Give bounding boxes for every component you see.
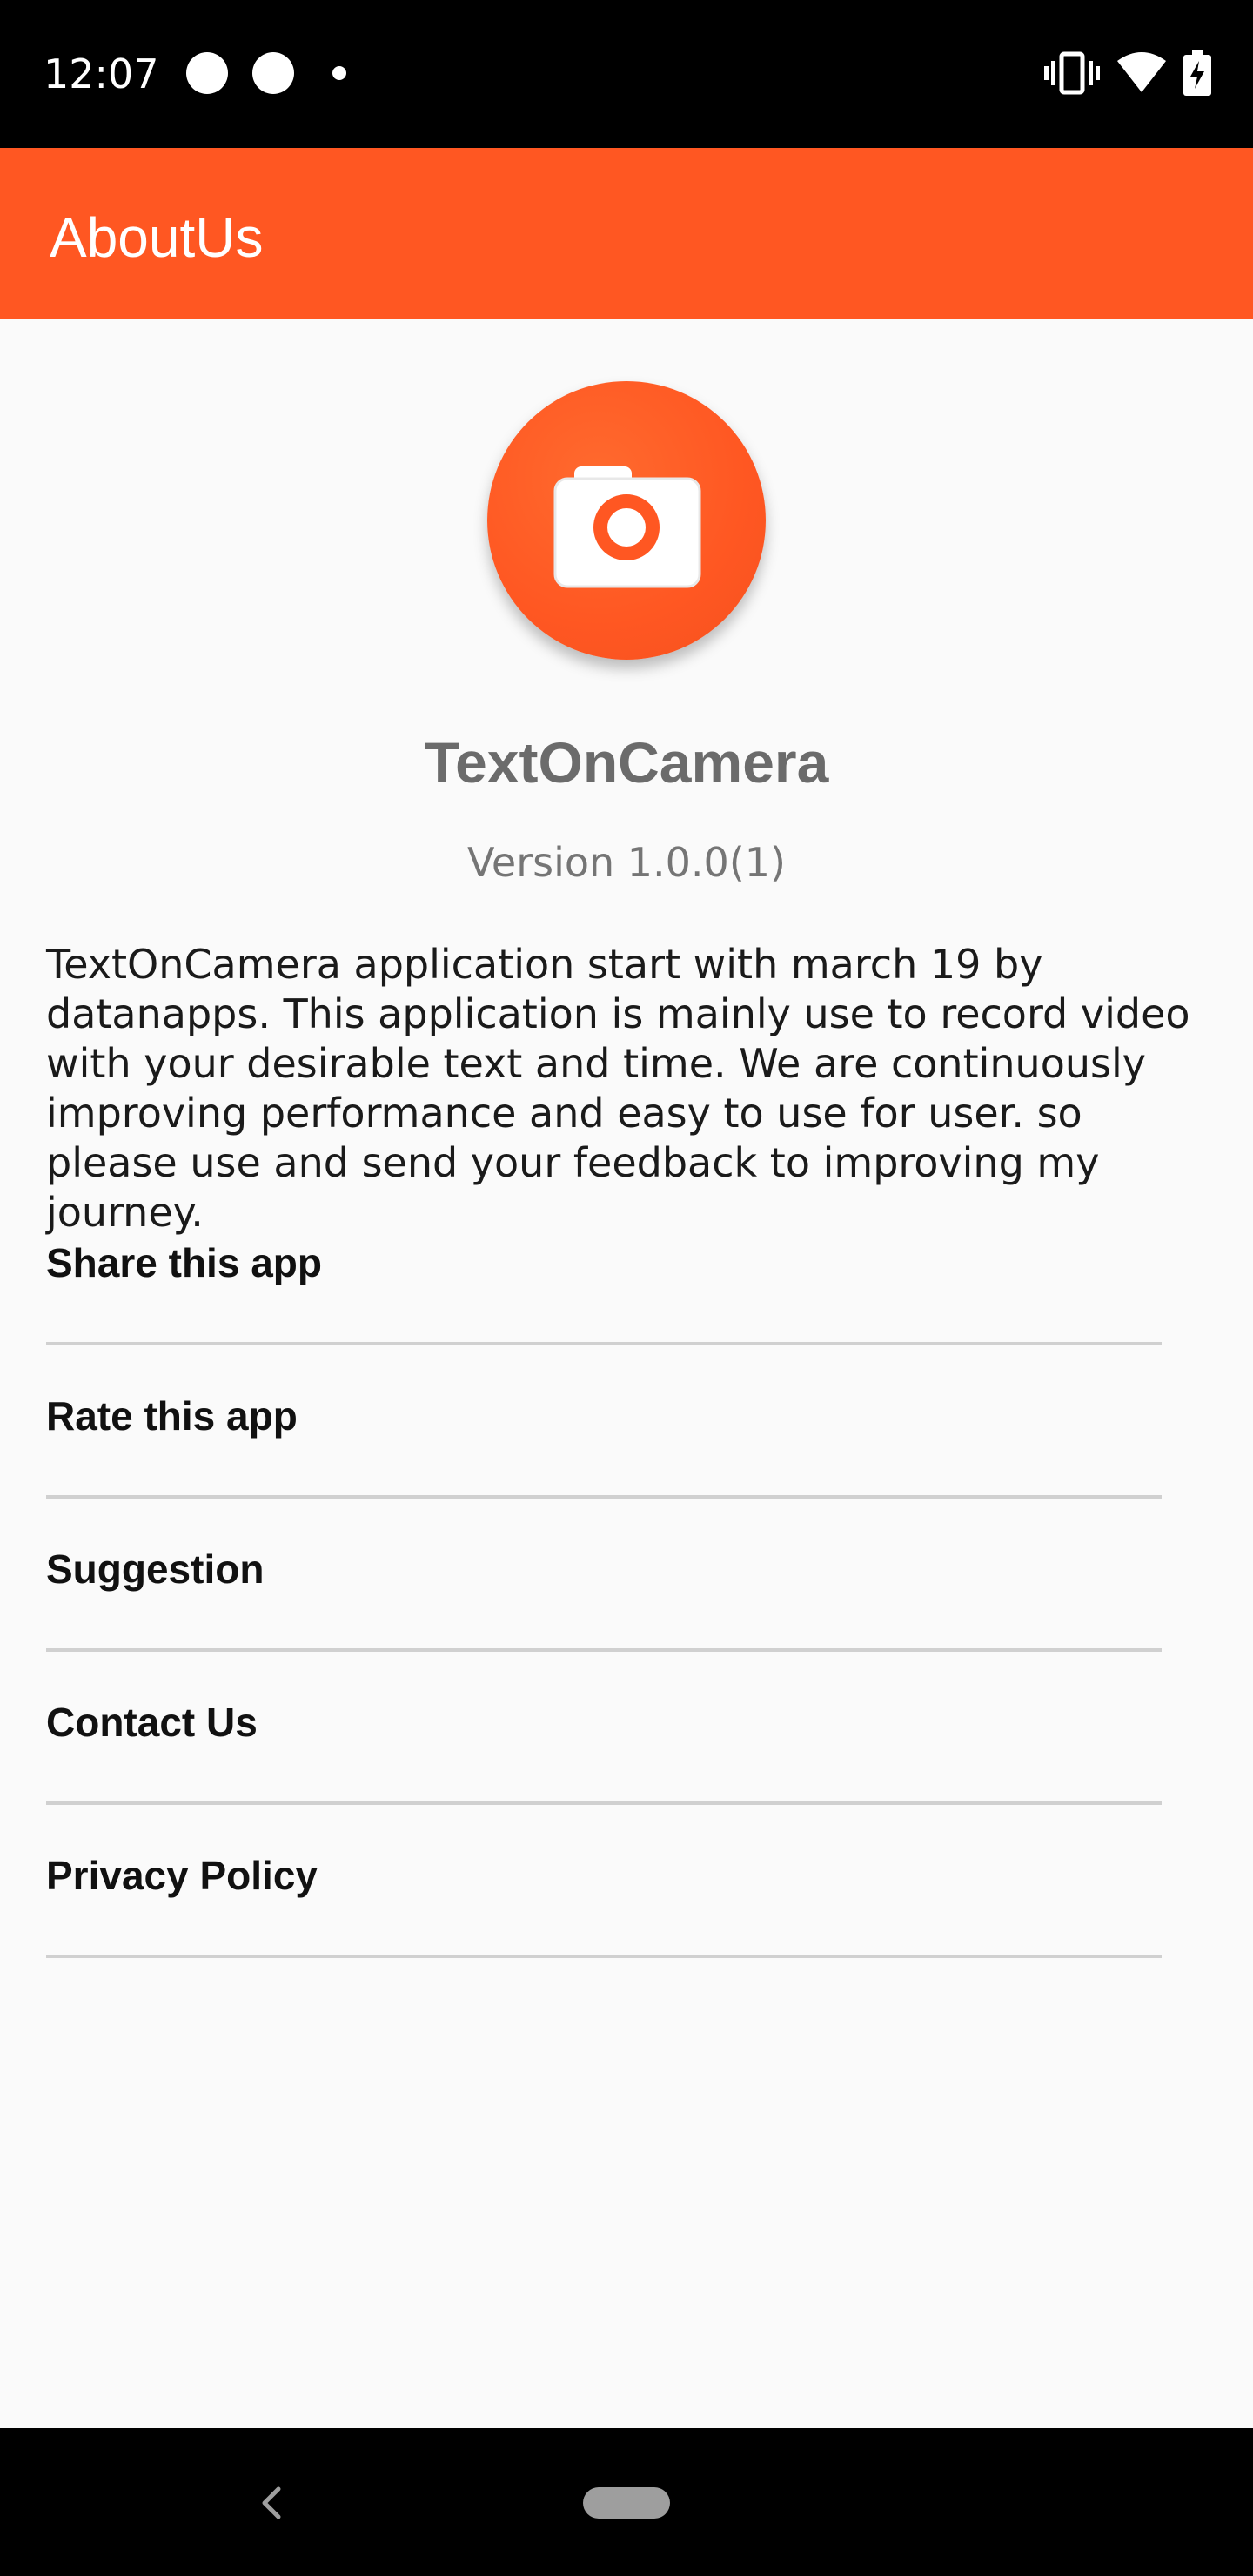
battery-charging-icon: [1183, 50, 1211, 100]
divider: [46, 1801, 1162, 1805]
vibrate-icon: [1044, 50, 1100, 100]
app-logo: [487, 381, 766, 660]
app-version: Version 1.0.0(1): [467, 839, 786, 886]
notification-dot-icon: [186, 52, 228, 94]
about-menu-list: Share this app Rate this app Suggestion …: [46, 1218, 1162, 1984]
menu-item-label: Share this app: [46, 1240, 322, 1285]
home-pill-icon[interactable]: [583, 2487, 670, 2519]
status-time: 12:07: [44, 50, 159, 97]
divider: [46, 1648, 1162, 1652]
divider: [46, 1495, 1162, 1499]
small-dot-icon: [332, 66, 346, 80]
notification-dot-icon: [252, 52, 294, 94]
menu-item-contact[interactable]: Contact Us: [46, 1678, 1162, 1831]
menu-item-rate[interactable]: Rate this app: [46, 1372, 1162, 1525]
divider: [46, 1955, 1162, 1958]
app-bar: AboutUs: [0, 148, 1253, 319]
camera-icon: [553, 466, 701, 588]
app-name: TextOnCamera: [424, 730, 829, 795]
navigation-bar: [0, 2428, 1253, 2576]
menu-item-label: Suggestion: [46, 1546, 265, 1592]
divider: [46, 1342, 1162, 1345]
menu-item-share[interactable]: Share this app: [46, 1218, 1162, 1372]
menu-item-label: Rate this app: [46, 1393, 298, 1439]
status-bar: 12:07: [0, 0, 1253, 148]
menu-item-label: Contact Us: [46, 1700, 258, 1745]
about-us-screen: 12:07 AboutUs TextOnCamera Version 1.0.0…: [0, 0, 1253, 2576]
app-description: TextOnCamera application start with marc…: [46, 941, 1190, 1236]
page-title: AboutUs: [50, 206, 264, 269]
menu-item-label: Privacy Policy: [46, 1853, 318, 1898]
wifi-icon: [1117, 50, 1166, 100]
menu-item-suggestion[interactable]: Suggestion: [46, 1525, 1162, 1678]
back-icon[interactable]: [252, 2468, 287, 2538]
menu-item-privacy[interactable]: Privacy Policy: [46, 1831, 1162, 1984]
